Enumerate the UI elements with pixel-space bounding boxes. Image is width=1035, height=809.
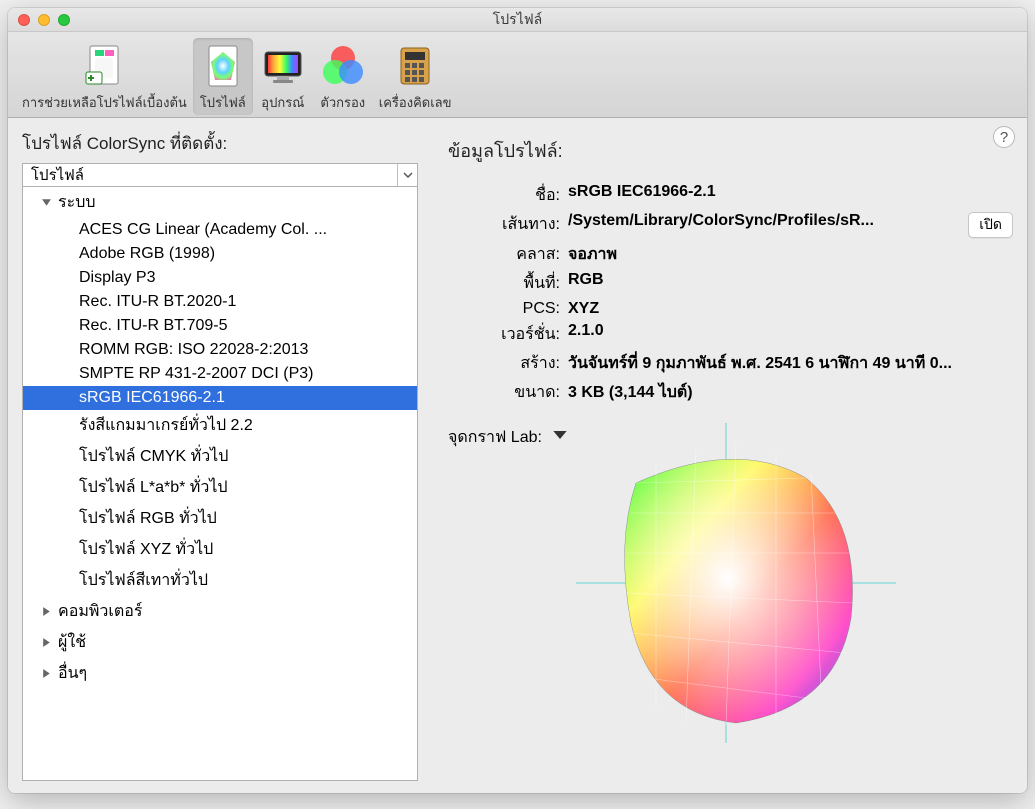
value-space: RGB (568, 271, 1013, 296)
chevron-down-icon (397, 164, 417, 186)
disclosure-triangle-icon[interactable] (41, 637, 52, 648)
value-path: /System/Library/ColorSync/Profiles/sR... (568, 212, 960, 238)
profile-item[interactable]: Adobe RGB (1998) (23, 242, 417, 266)
content: โปรไฟล์ ColorSync ที่ติดตั้ง: โปรไฟล์ ระ… (8, 118, 1027, 793)
calculator-icon (391, 42, 439, 90)
value-name: sRGB IEC61966-2.1 (568, 183, 1013, 208)
profile-group[interactable]: คอมพิวเตอร์ (23, 596, 417, 627)
profile-group[interactable]: ผู้ใช้ (23, 627, 417, 658)
profile-item[interactable]: Display P3 (23, 266, 417, 290)
lab-plot-section: จุดกราฟ Lab: (448, 423, 1013, 743)
profile-item[interactable]: โปรไฟล์สีเทาทั่วไป (23, 565, 417, 596)
toolbar-label: โปรไฟล์ (200, 92, 246, 113)
profile-group[interactable]: ระบบ (23, 187, 417, 218)
titlebar: โปรไฟล์ (8, 8, 1027, 32)
value-created: วันจันทร์ที่ 9 กุมภาพันธ์ พ.ศ. 2541 6 นา… (568, 351, 1013, 376)
left-pane: โปรไฟล์ ColorSync ที่ติดตั้ง: โปรไฟล์ ระ… (8, 118, 418, 793)
disclosure-triangle-icon[interactable] (41, 668, 52, 679)
profile-item[interactable]: sRGB IEC61966-2.1 (23, 386, 417, 410)
group-label: ผู้ใช้ (58, 630, 86, 655)
right-pane: ? ข้อมูลโปรไฟล์: ชื่อ: sRGB IEC61966-2.1… (418, 118, 1027, 793)
label-pcs: PCS: (448, 300, 560, 318)
gamut-plot[interactable] (576, 423, 896, 743)
window-title: โปรไฟล์ (8, 9, 1027, 31)
profile-list[interactable]: ระบบ ACES CG Linear (Academy Col. ...Adob… (22, 187, 418, 781)
value-version: 2.1.0 (568, 322, 1013, 347)
lab-plot-dropdown[interactable] (552, 427, 568, 443)
toolbar: การช่วยเหลือโปรไฟล์เบื้องต้น โปรไฟล์ อุป… (8, 32, 1027, 118)
toolbar-label: ตัวกรอง (320, 92, 365, 113)
toolbar-item-filters[interactable]: ตัวกรอง (313, 38, 373, 115)
label-created: สร้าง: (448, 351, 560, 376)
label-space: พื้นที่: (448, 271, 560, 296)
profile-item[interactable]: Rec. ITU-R BT.2020-1 (23, 290, 417, 314)
toolbar-label: เครื่องคิดเลข (379, 92, 452, 113)
profile-item[interactable]: SMPTE RP 431-2-2007 DCI (P3) (23, 362, 417, 386)
installed-profiles-title: โปรไฟล์ ColorSync ที่ติดตั้ง: (22, 130, 418, 157)
profile-item[interactable]: โปรไฟล์ RGB ทั่วไป (23, 503, 417, 534)
profiles-icon (199, 42, 247, 90)
profile-item[interactable]: ROMM RGB: ISO 22028-2:2013 (23, 338, 417, 362)
group-label: คอมพิวเตอร์ (58, 599, 142, 624)
profile-item[interactable]: ACES CG Linear (Academy Col. ... (23, 218, 417, 242)
profile-group[interactable]: อื่นๆ (23, 658, 417, 689)
column-select-label: โปรไฟล์ (23, 164, 397, 186)
window: โปรไฟล์ การช่วยเหลือโปรไฟล์เบื้องต้น โปร… (8, 8, 1027, 793)
profile-item[interactable]: โปรไฟล์ XYZ ทั่วไป (23, 534, 417, 565)
profile-item[interactable]: รังสีแกมมาเกรย์ทั่วไป 2.2 (23, 410, 417, 441)
minimize-button[interactable] (38, 14, 50, 26)
column-select[interactable]: โปรไฟล์ (22, 163, 418, 187)
open-button[interactable]: เปิด (968, 212, 1013, 238)
value-size: 3 KB (3,144 ไบต์) (568, 380, 1013, 405)
label-version: เวอร์ชั่น: (448, 322, 560, 347)
group-label: อื่นๆ (58, 661, 87, 686)
label-size: ขนาด: (448, 380, 560, 405)
profile-info-grid: ชื่อ: sRGB IEC61966-2.1 เส้นทาง: /System… (448, 183, 1013, 405)
label-path: เส้นทาง: (448, 212, 560, 238)
lab-plot-label: จุดกราฟ Lab: (448, 423, 542, 450)
toolbar-label: อุปกรณ์ (261, 92, 304, 113)
value-pcs: XYZ (568, 300, 1013, 318)
toolbar-label: การช่วยเหลือโปรไฟล์เบื้องต้น (22, 92, 187, 113)
profile-info-title: ข้อมูลโปรไฟล์: (448, 136, 1013, 165)
zoom-button[interactable] (58, 14, 70, 26)
help-button[interactable]: ? (993, 126, 1015, 148)
toolbar-item-profiles[interactable]: โปรไฟล์ (193, 38, 253, 115)
toolbar-item-calculator[interactable]: เครื่องคิดเลข (373, 38, 458, 115)
filters-icon (319, 42, 367, 90)
first-aid-icon (80, 42, 128, 90)
disclosure-triangle-icon[interactable] (41, 606, 52, 617)
group-label: ระบบ (58, 190, 96, 215)
traffic-lights (18, 14, 70, 26)
value-class: จอภาพ (568, 242, 1013, 267)
label-class: คลาส: (448, 242, 560, 267)
toolbar-item-first-aid[interactable]: การช่วยเหลือโปรไฟล์เบื้องต้น (16, 38, 193, 115)
profile-item[interactable]: Rec. ITU-R BT.709-5 (23, 314, 417, 338)
toolbar-item-devices[interactable]: อุปกรณ์ (253, 38, 313, 115)
disclosure-triangle-icon[interactable] (41, 197, 52, 208)
close-button[interactable] (18, 14, 30, 26)
devices-icon (259, 42, 307, 90)
profile-item[interactable]: โปรไฟล์ CMYK ทั่วไป (23, 441, 417, 472)
label-name: ชื่อ: (448, 183, 560, 208)
profile-item[interactable]: โปรไฟล์ L*a*b* ทั่วไป (23, 472, 417, 503)
